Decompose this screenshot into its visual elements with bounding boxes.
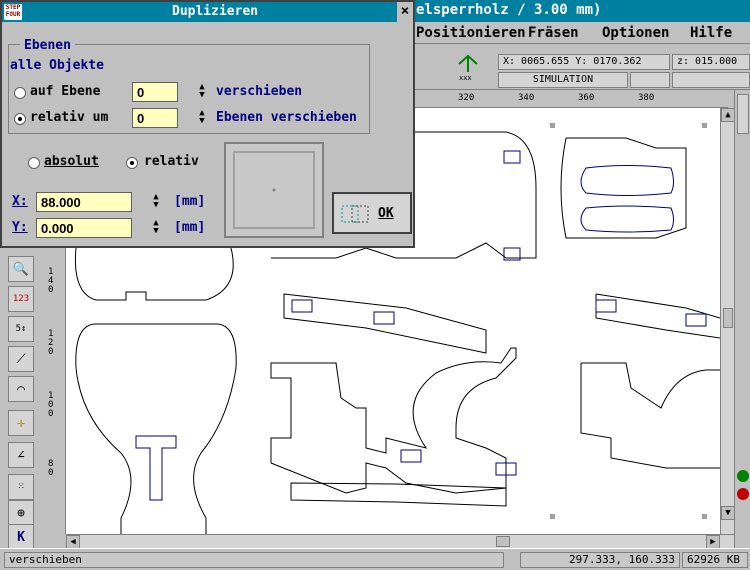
all-objects-label: alle Objekte [10, 58, 104, 73]
x-input[interactable] [36, 192, 132, 212]
readout-blank-1 [630, 72, 670, 88]
z-readout: z: 015.000 [672, 54, 750, 70]
horizontal-scrollbar[interactable]: ◀ ▶ [66, 534, 734, 549]
svg-text:xxx: xxx [459, 74, 472, 82]
menu-optionen[interactable]: Optionen [602, 25, 669, 41]
move-tool-icon[interactable]: ✛ [8, 410, 34, 436]
x-unit: [mm] [174, 194, 206, 209]
scroll-up-icon[interactable]: ▲ [721, 108, 735, 122]
top-ruler: 320 340 360 380 [410, 90, 728, 108]
scroll-down-icon[interactable]: ▼ [721, 506, 735, 520]
status-memory: 62926 KB [682, 552, 748, 568]
coords-readout: X: 0065.655 Y: 0170.362 [498, 54, 670, 70]
relativ-label: relativ [144, 154, 199, 169]
y-input[interactable] [36, 218, 132, 238]
ruler-tick: 340 [518, 93, 535, 103]
menu-positionieren[interactable]: Positionieren [416, 25, 526, 41]
angle-tool-icon[interactable]: ∠ [8, 442, 34, 468]
abs-level-radio[interactable] [14, 87, 26, 99]
layer-bar [734, 90, 750, 550]
absolut-radio[interactable] [28, 157, 40, 169]
scroll-thumb[interactable] [723, 308, 733, 328]
dialog-title-bar: STEP FOUR Duplizieren × [2, 2, 413, 22]
red-light-icon [737, 488, 749, 500]
y-spinner-icon[interactable]: ▲ ▼ [150, 219, 162, 237]
readout-blank-2 [672, 72, 750, 88]
ok-button[interactable]: OK [332, 192, 412, 234]
ruler-tick: 320 [458, 93, 475, 103]
ok-label: OK [378, 206, 394, 221]
left-ruler-tick: 1 2 0 [48, 329, 54, 357]
close-button[interactable]: × [397, 2, 413, 22]
rel-level-spinner-icon[interactable]: ▲ ▼ [196, 109, 208, 127]
app-title: elsperrholz / 3.00 mm) [416, 2, 602, 18]
sequence-icon[interactable]: 5↕ [8, 316, 34, 342]
duplicate-preview-icon [341, 205, 369, 223]
rel-level-radio[interactable] [14, 113, 26, 125]
mode-readout: SIMULATION [498, 72, 628, 88]
rel-level-input[interactable] [132, 108, 178, 128]
curve-tool-icon[interactable]: ⌒ [8, 376, 34, 402]
abs-level-label: auf Ebene [30, 84, 101, 99]
abs-level-suffix: verschieben [216, 84, 303, 99]
y-unit: [mm] [174, 220, 206, 235]
k-tool-icon[interactable]: K [8, 524, 34, 550]
grid-tool-icon[interactable]: ⁙ [8, 474, 34, 500]
layer-slider[interactable] [737, 94, 749, 134]
x-spinner-icon[interactable]: ▲ ▼ [150, 193, 162, 211]
ruler-tick: 380 [638, 93, 655, 103]
scroll-left-icon[interactable]: ◀ [66, 535, 80, 549]
vertical-scrollbar[interactable]: ▲ ▼ [720, 108, 735, 534]
step-four-logo-icon: STEP FOUR [4, 4, 22, 20]
menu-hilfe[interactable]: Hilfe [690, 25, 732, 41]
y-label: Y: [12, 220, 28, 235]
rel-level-suffix: Ebenen verschieben [216, 110, 357, 125]
left-ruler-tick: 1 0 0 [48, 391, 54, 419]
left-ruler-tick: 8 0 [48, 459, 54, 478]
hscroll-thumb[interactable] [496, 536, 510, 547]
zoom-icon[interactable]: 🔍 [8, 256, 34, 282]
ruler-tick: 360 [578, 93, 595, 103]
reposition-icon[interactable]: xxx [455, 52, 481, 82]
status-position: 297.333, 160.333 [520, 552, 680, 568]
status-bar: verschieben 297.333, 160.333 62926 KB [0, 548, 750, 570]
number-tool-icon[interactable]: 123 [8, 286, 34, 312]
menu-fraesen[interactable]: Fräsen [528, 25, 579, 41]
abs-level-spinner-icon[interactable]: ▲ ▼ [196, 83, 208, 101]
preview-box [224, 142, 324, 238]
absolut-label: absolut [44, 154, 99, 169]
x-label: X: [12, 194, 28, 209]
green-light-icon [737, 470, 749, 482]
target-icon[interactable]: ⊕ [8, 500, 34, 526]
left-ruler-tick: 1 4 0 [48, 267, 54, 295]
scroll-right-icon[interactable]: ▶ [706, 535, 720, 549]
dialog-title: Duplizieren [172, 4, 259, 19]
line-tool-icon[interactable]: ⟋ [8, 346, 34, 372]
duplizieren-dialog: STEP FOUR Duplizieren × Ebenen alle Obje… [0, 0, 415, 248]
group-label: Ebenen [20, 38, 75, 53]
rel-level-label: relativ um [30, 110, 109, 125]
abs-level-input[interactable] [132, 82, 178, 102]
relativ-radio[interactable] [126, 157, 138, 169]
status-message: verschieben [4, 552, 504, 568]
